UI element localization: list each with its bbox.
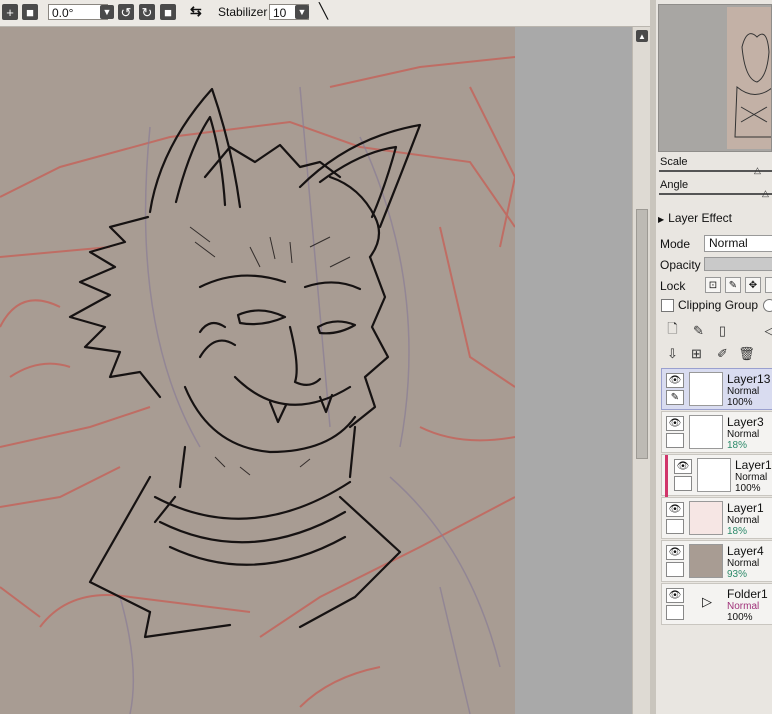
layer-row-folder1[interactable]: 👁 ▷ Folder1 Normal 100% xyxy=(661,583,772,625)
stabilizer-label: Stabilizer xyxy=(218,5,268,19)
toolbar: + ■ 0.0° ▼ ↺ ↻ ■ ⇆ Stabilizer 10 ▼ ╲ xyxy=(0,0,655,27)
drawing-canvas[interactable] xyxy=(0,27,515,714)
flip-horizontal-icon[interactable]: ⇆ xyxy=(190,3,202,20)
layer-menu-icon[interactable]: ◁ xyxy=(761,322,772,339)
layer-mode: Normal xyxy=(727,429,760,440)
layer-row-layer1-clipped[interactable]: 👁 Layer1 Normal 100% xyxy=(661,454,772,497)
layer-mode: Normal xyxy=(735,472,768,483)
lock-all-icon[interactable] xyxy=(765,277,772,293)
right-panel: Scale △ Angle △ ▶ Layer Effect Mode Norma… xyxy=(656,0,772,714)
layer-opacity: 18% xyxy=(727,526,748,537)
layer-thumbnail xyxy=(697,458,731,492)
line-tool-icon[interactable]: ╲ xyxy=(319,2,328,20)
lock-move-icon[interactable]: ✥ xyxy=(745,277,761,293)
canvas-outside-area xyxy=(515,27,632,714)
transfer-down-icon[interactable]: ⇩ xyxy=(664,345,681,362)
lock-paint-icon[interactable]: ✎ xyxy=(725,277,741,293)
visibility-eye-icon[interactable]: 👁 xyxy=(666,588,684,603)
layer-mode: Normal xyxy=(727,601,760,612)
rotate-left-button[interactable]: ↺ xyxy=(118,4,134,20)
layer-name: Layer1 xyxy=(735,458,772,472)
layer-effect-label: Layer Effect xyxy=(668,211,732,225)
ink-hatching xyxy=(189,226,351,476)
layer-opacity: 100% xyxy=(727,612,753,623)
clipping-group-checkbox[interactable] xyxy=(661,299,674,312)
edit-slot[interactable] xyxy=(666,433,684,448)
rotate-right-button[interactable]: ↻ xyxy=(139,4,155,20)
layer-row-layer4[interactable]: 👁 Layer4 Normal 93% xyxy=(661,540,772,582)
rotation-dropdown-button[interactable]: ▼ xyxy=(100,5,114,19)
edit-slot[interactable] xyxy=(666,519,684,534)
ink-lineart xyxy=(68,87,422,639)
layer-thumbnail xyxy=(689,544,723,578)
new-folder-icon[interactable]: ▯ xyxy=(714,322,731,339)
layer-mode: Normal xyxy=(727,386,760,397)
merge-down-icon[interactable]: ⊞ xyxy=(688,345,705,362)
angle-slider[interactable] xyxy=(659,193,772,195)
reset-rotation-button[interactable]: ■ xyxy=(160,4,176,20)
new-linework-layer-icon[interactable]: ✎ xyxy=(690,322,707,339)
reset-view-button[interactable]: ■ xyxy=(22,4,38,20)
layer-row-layer3[interactable]: 👁 Layer3 Normal 18% xyxy=(661,411,772,453)
scale-slider-handle-icon[interactable]: △ xyxy=(754,165,761,176)
vertical-scrollbar[interactable]: ▲ xyxy=(632,27,651,714)
edit-slot[interactable] xyxy=(674,476,692,491)
layer-thumbnail xyxy=(689,501,723,535)
navigator-thumbnail xyxy=(727,7,771,149)
selection-source-radio[interactable] xyxy=(763,299,772,312)
layer-opacity: 100% xyxy=(735,483,761,494)
layer-mode: Normal xyxy=(727,558,760,569)
layer-name: Layer3 xyxy=(727,415,764,429)
visibility-eye-icon[interactable]: 👁 xyxy=(674,459,692,474)
grey-sketch-lines xyxy=(119,86,501,714)
edit-slot[interactable] xyxy=(666,562,684,577)
layer-mode: Normal xyxy=(727,515,760,526)
lock-label: Lock xyxy=(660,279,686,293)
clipping-indicator xyxy=(665,455,668,497)
scale-label: Scale xyxy=(660,156,688,168)
expand-triangle-icon: ▶ xyxy=(658,215,665,224)
edit-slot[interactable] xyxy=(666,605,684,620)
layer-name: Layer4 xyxy=(727,544,764,558)
delete-layer-icon[interactable]: 🗑 xyxy=(738,345,755,362)
artwork-sketch xyxy=(0,56,515,714)
rotation-field[interactable]: 0.0° xyxy=(48,4,108,20)
navigator-preview[interactable] xyxy=(658,4,772,152)
scroll-up-arrow-icon[interactable]: ▲ xyxy=(636,30,648,42)
visibility-eye-icon[interactable]: 👁 xyxy=(666,416,684,431)
layer-row-layer1[interactable]: 👁 Layer1 Normal 18% xyxy=(661,497,772,539)
folder-expand-triangle-icon[interactable]: ▷ xyxy=(702,594,712,610)
layer-name: Layer13 xyxy=(727,372,771,386)
visibility-eye-icon[interactable]: 👁 xyxy=(666,502,684,517)
stabilizer-dropdown-button[interactable]: ▼ xyxy=(295,5,309,19)
opacity-label: Opacity xyxy=(660,258,701,272)
mode-label: Mode xyxy=(660,237,691,251)
blend-mode-select[interactable]: Normal xyxy=(704,235,772,252)
lock-transparency-icon[interactable]: ⊡ xyxy=(705,277,721,293)
visibility-eye-icon[interactable]: 👁 xyxy=(666,373,684,388)
red-sketch-lines xyxy=(0,56,515,708)
layer-thumbnail xyxy=(689,415,723,449)
layer-opacity: 100% xyxy=(727,397,753,408)
new-layer-icon[interactable]: 🗋 xyxy=(664,321,681,339)
scrollbar-thumb[interactable] xyxy=(636,209,648,459)
layer-effect-header[interactable]: ▶ Layer Effect xyxy=(658,211,772,225)
layer-name: Layer1 xyxy=(727,501,764,515)
angle-slider-handle-icon[interactable]: △ xyxy=(762,188,769,199)
layer-opacity: 93% xyxy=(727,569,748,580)
visibility-eye-icon[interactable]: 👁 xyxy=(666,545,684,560)
opacity-slider[interactable] xyxy=(704,257,772,271)
layer-row-layer13[interactable]: 👁 ✎ Layer13 Normal 100% xyxy=(661,368,772,410)
clipping-group-label: Clipping Group xyxy=(678,298,759,312)
layer-name: Folder1 xyxy=(727,587,768,601)
zoom-in-button[interactable]: + xyxy=(2,4,18,20)
edit-pencil-icon[interactable]: ✎ xyxy=(666,390,684,405)
clear-layer-icon[interactable]: ✐ xyxy=(714,345,731,362)
layer-opacity: 18% xyxy=(727,440,748,451)
layer-thumbnail xyxy=(689,372,723,406)
angle-label: Angle xyxy=(660,179,689,191)
